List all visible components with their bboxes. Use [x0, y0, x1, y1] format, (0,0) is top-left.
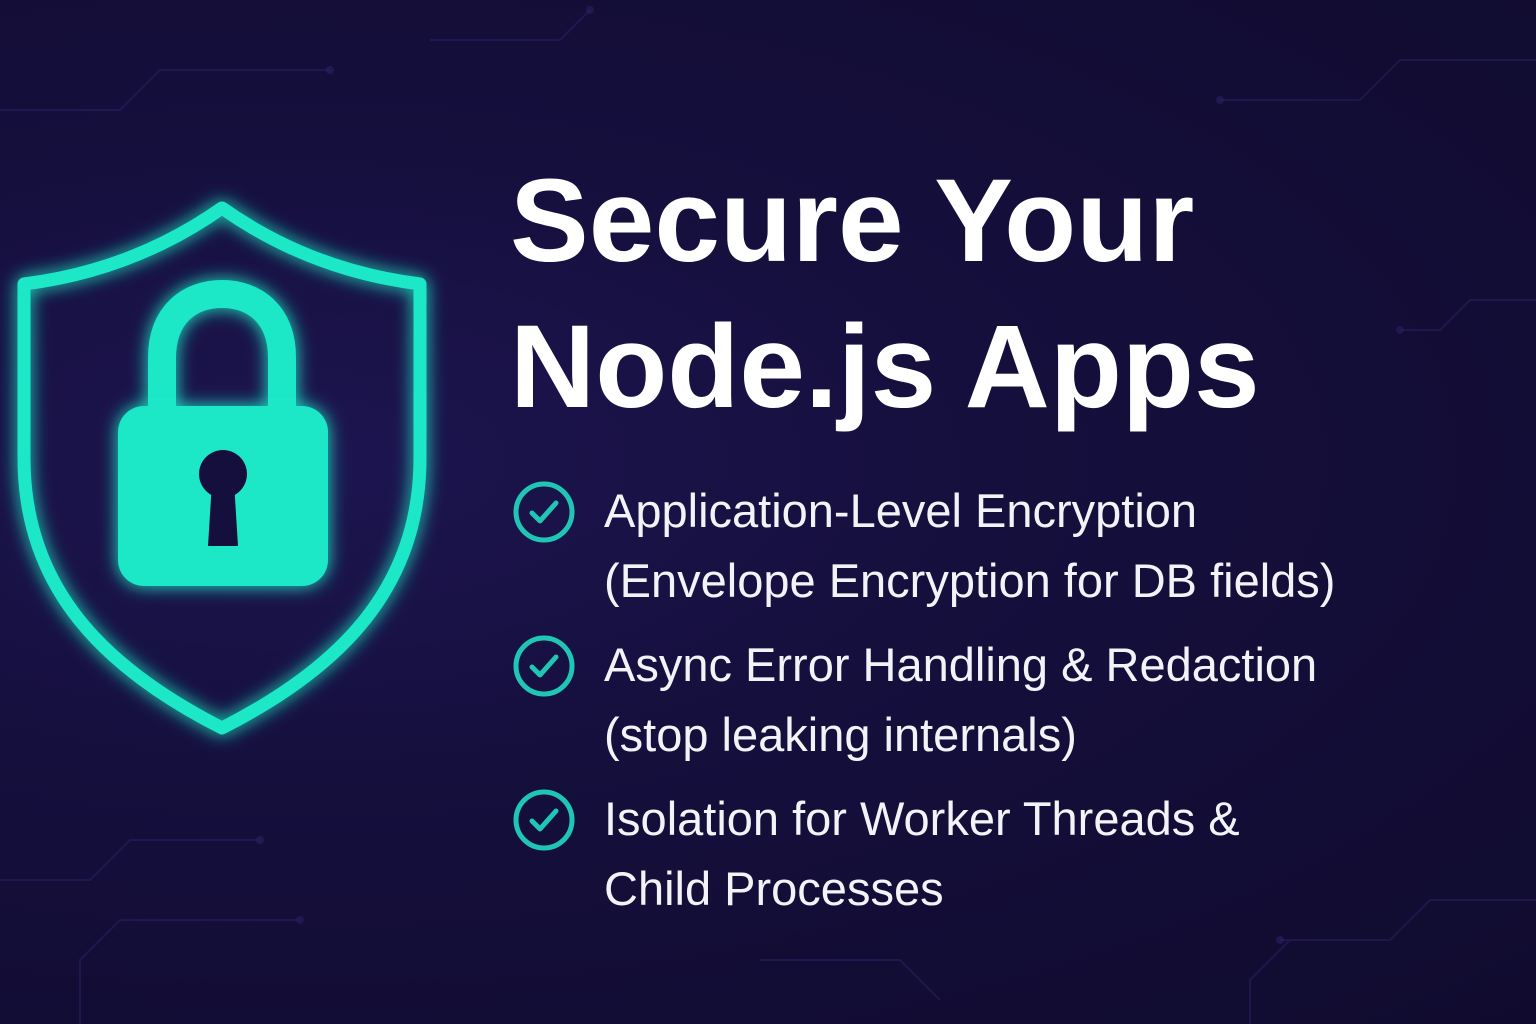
- lock-shackle-icon: [148, 279, 296, 418]
- page-title: Secure Your Node.js Apps: [510, 148, 1490, 440]
- feature-line-1: Application-Level Encryption: [604, 484, 1198, 537]
- shield-lock-icon: [0, 190, 450, 750]
- feature-line-2: (Envelope Encryption for DB fields): [604, 554, 1336, 607]
- feature-line-1: Async Error Handling & Redaction: [604, 638, 1318, 691]
- feature-item: Isolation for Worker Threads & Child Pro…: [512, 784, 1512, 924]
- feature-item: Application-Level Encryption (Envelope E…: [512, 476, 1512, 616]
- check-circle-icon: [513, 481, 575, 543]
- feature-list: Application-Level Encryption (Envelope E…: [512, 476, 1512, 938]
- feature-line-2: (stop leaking internals): [604, 708, 1077, 761]
- title-line-2: Node.js Apps: [510, 301, 1260, 433]
- title-line-1: Secure Your: [510, 155, 1195, 287]
- feature-line-2: Child Processes: [604, 862, 944, 915]
- check-circle-icon: [513, 635, 575, 697]
- feature-text: Async Error Handling & Redaction (stop l…: [604, 630, 1317, 770]
- feature-line-1: Isolation for Worker Threads &: [604, 792, 1240, 845]
- feature-text: Isolation for Worker Threads & Child Pro…: [604, 784, 1240, 924]
- feature-text: Application-Level Encryption (Envelope E…: [604, 476, 1335, 616]
- feature-item: Async Error Handling & Redaction (stop l…: [512, 630, 1512, 770]
- check-circle-icon: [513, 789, 575, 851]
